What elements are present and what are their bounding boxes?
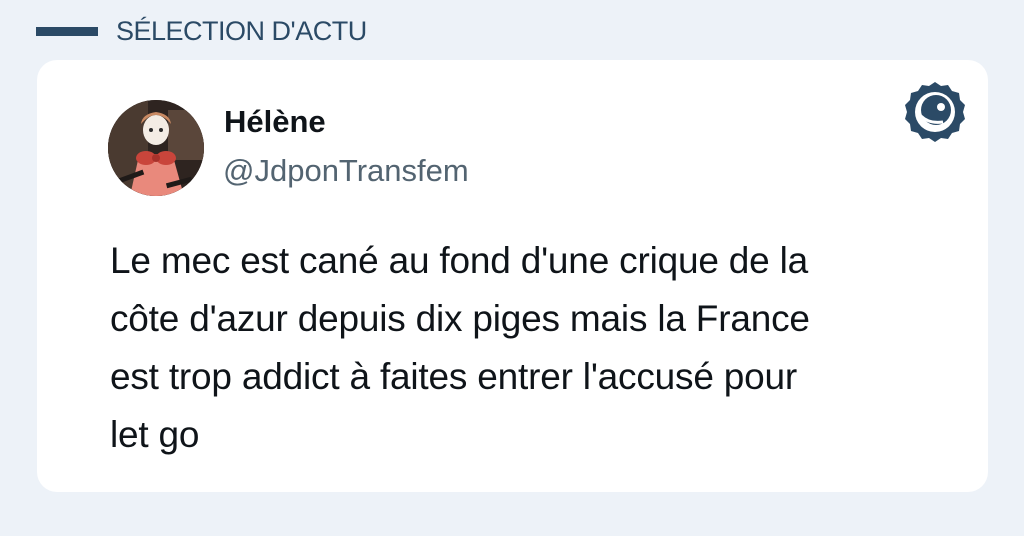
author-handle[interactable]: @JdponTransfem	[223, 153, 469, 189]
avatar[interactable]	[108, 100, 204, 196]
section-title: SÉLECTION D'ACTU	[116, 16, 367, 46]
tweet-text: Le mec est cané au fond d'une crique de …	[110, 240, 810, 455]
tweet-card: Hélène @JdponTransfem Le mec est cané au…	[37, 60, 988, 492]
avatar-image	[108, 100, 204, 196]
section-bar	[36, 26, 98, 36]
brand-logo-icon	[903, 80, 967, 144]
author-name[interactable]: Hélène	[224, 104, 326, 140]
section-header: SÉLECTION D'ACTU	[36, 14, 367, 48]
